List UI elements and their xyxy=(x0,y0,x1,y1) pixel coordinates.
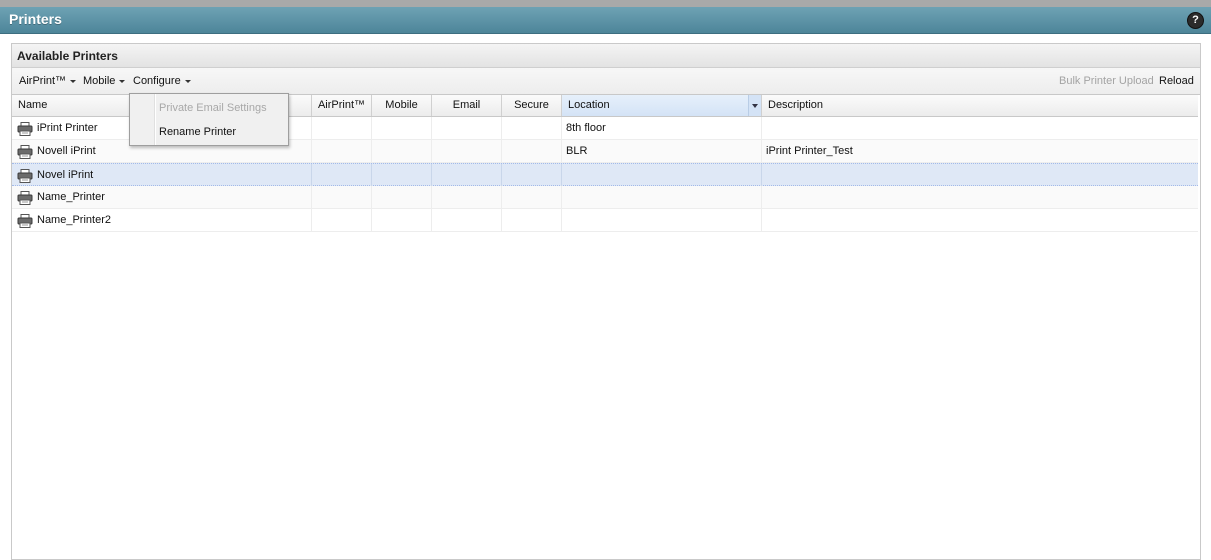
mobile-cell xyxy=(372,140,432,162)
chevron-down-icon xyxy=(70,79,77,83)
location-cell: 8th floor xyxy=(562,117,762,139)
printer-name: iPrint Printer xyxy=(37,122,98,134)
secure-cell xyxy=(502,209,562,231)
mobile-cell xyxy=(372,117,432,139)
column-header-name[interactable]: Name xyxy=(12,95,130,116)
chevron-down-icon xyxy=(184,79,191,83)
description-cell: iPrint Printer_Test xyxy=(766,145,853,157)
printer-icon xyxy=(17,169,33,183)
location-cell xyxy=(562,186,762,208)
title-bar: Printers ? xyxy=(0,7,1211,34)
panel-header: Available Printers xyxy=(12,44,1200,68)
table-row[interactable]: Name_Printer2 xyxy=(12,209,1198,232)
configure-dropdown-menu: Private Email Settings Rename Printer xyxy=(129,93,289,146)
menu-item-rename-printer[interactable]: Rename Printer xyxy=(159,122,236,142)
description-cell xyxy=(762,209,1198,231)
name-cell: Name_Printer2 xyxy=(12,209,312,231)
printer-icon xyxy=(17,191,33,205)
email-cell xyxy=(432,117,502,139)
column-header-secure[interactable]: Secure xyxy=(502,95,562,116)
mobile-menu-label: Mobile xyxy=(83,75,116,87)
printer-name: Novel iPrint xyxy=(37,169,94,181)
column-header-airprint[interactable]: AirPrint™ xyxy=(312,95,372,116)
location-cell xyxy=(562,164,762,186)
airprint-cell xyxy=(312,117,372,139)
panel-title: Available Printers xyxy=(17,49,118,63)
column-menu-trigger-icon[interactable] xyxy=(748,95,761,116)
chevron-down-icon xyxy=(119,79,126,83)
secure-cell xyxy=(502,140,562,162)
name-cell: Name_Printer xyxy=(12,186,312,208)
column-header-email[interactable]: Email xyxy=(432,95,502,116)
toolbar: AirPrint™ Mobile Configure Bulk Printer … xyxy=(12,68,1200,95)
table-row[interactable]: Name_Printer xyxy=(12,186,1198,209)
airprint-menu-label: AirPrint™ xyxy=(19,75,67,87)
airprint-cell xyxy=(312,186,372,208)
airprint-cell xyxy=(312,209,372,231)
email-cell xyxy=(432,140,502,162)
secure-cell xyxy=(502,186,562,208)
printer-name: Name_Printer2 xyxy=(37,214,111,226)
description-cell xyxy=(762,186,1198,208)
airprint-cell xyxy=(312,164,372,186)
airprint-cell xyxy=(312,140,372,162)
column-header-location-label: Location xyxy=(568,99,610,111)
printer-icon xyxy=(17,214,33,228)
column-header-description[interactable]: Description xyxy=(762,95,1198,116)
top-strip xyxy=(0,0,1211,7)
mobile-cell xyxy=(372,209,432,231)
email-cell xyxy=(432,209,502,231)
mobile-menu-button[interactable]: Mobile xyxy=(83,75,126,87)
description-cell xyxy=(762,117,1198,139)
name-cell: Novel iPrint xyxy=(12,164,312,186)
table-row[interactable]: Novel iPrint xyxy=(12,163,1198,186)
printer-name: Novell iPrint xyxy=(37,145,96,157)
location-cell: BLR xyxy=(562,140,762,162)
help-icon[interactable]: ? xyxy=(1187,12,1204,29)
column-header-mobile[interactable]: Mobile xyxy=(372,95,432,116)
menu-item-private-email-settings[interactable]: Private Email Settings xyxy=(159,98,267,118)
mobile-cell xyxy=(372,164,432,186)
email-cell xyxy=(432,164,502,186)
configure-menu-label: Configure xyxy=(133,75,181,87)
description-cell xyxy=(762,164,1198,186)
mobile-cell xyxy=(372,186,432,208)
reload-button[interactable]: Reload xyxy=(1159,75,1194,87)
printer-icon xyxy=(17,122,33,136)
secure-cell xyxy=(502,164,562,186)
bulk-printer-upload-button[interactable]: Bulk Printer Upload xyxy=(1059,75,1154,87)
page-title: Printers xyxy=(9,11,62,27)
airprint-menu-button[interactable]: AirPrint™ xyxy=(19,75,77,87)
printer-name: Name_Printer xyxy=(37,191,105,203)
location-cell xyxy=(562,209,762,231)
secure-cell xyxy=(502,117,562,139)
configure-menu-button[interactable]: Configure xyxy=(133,75,191,87)
printer-icon xyxy=(17,145,33,159)
email-cell xyxy=(432,186,502,208)
column-header-location[interactable]: Location xyxy=(562,95,762,116)
menu-icon-gutter xyxy=(154,94,156,145)
